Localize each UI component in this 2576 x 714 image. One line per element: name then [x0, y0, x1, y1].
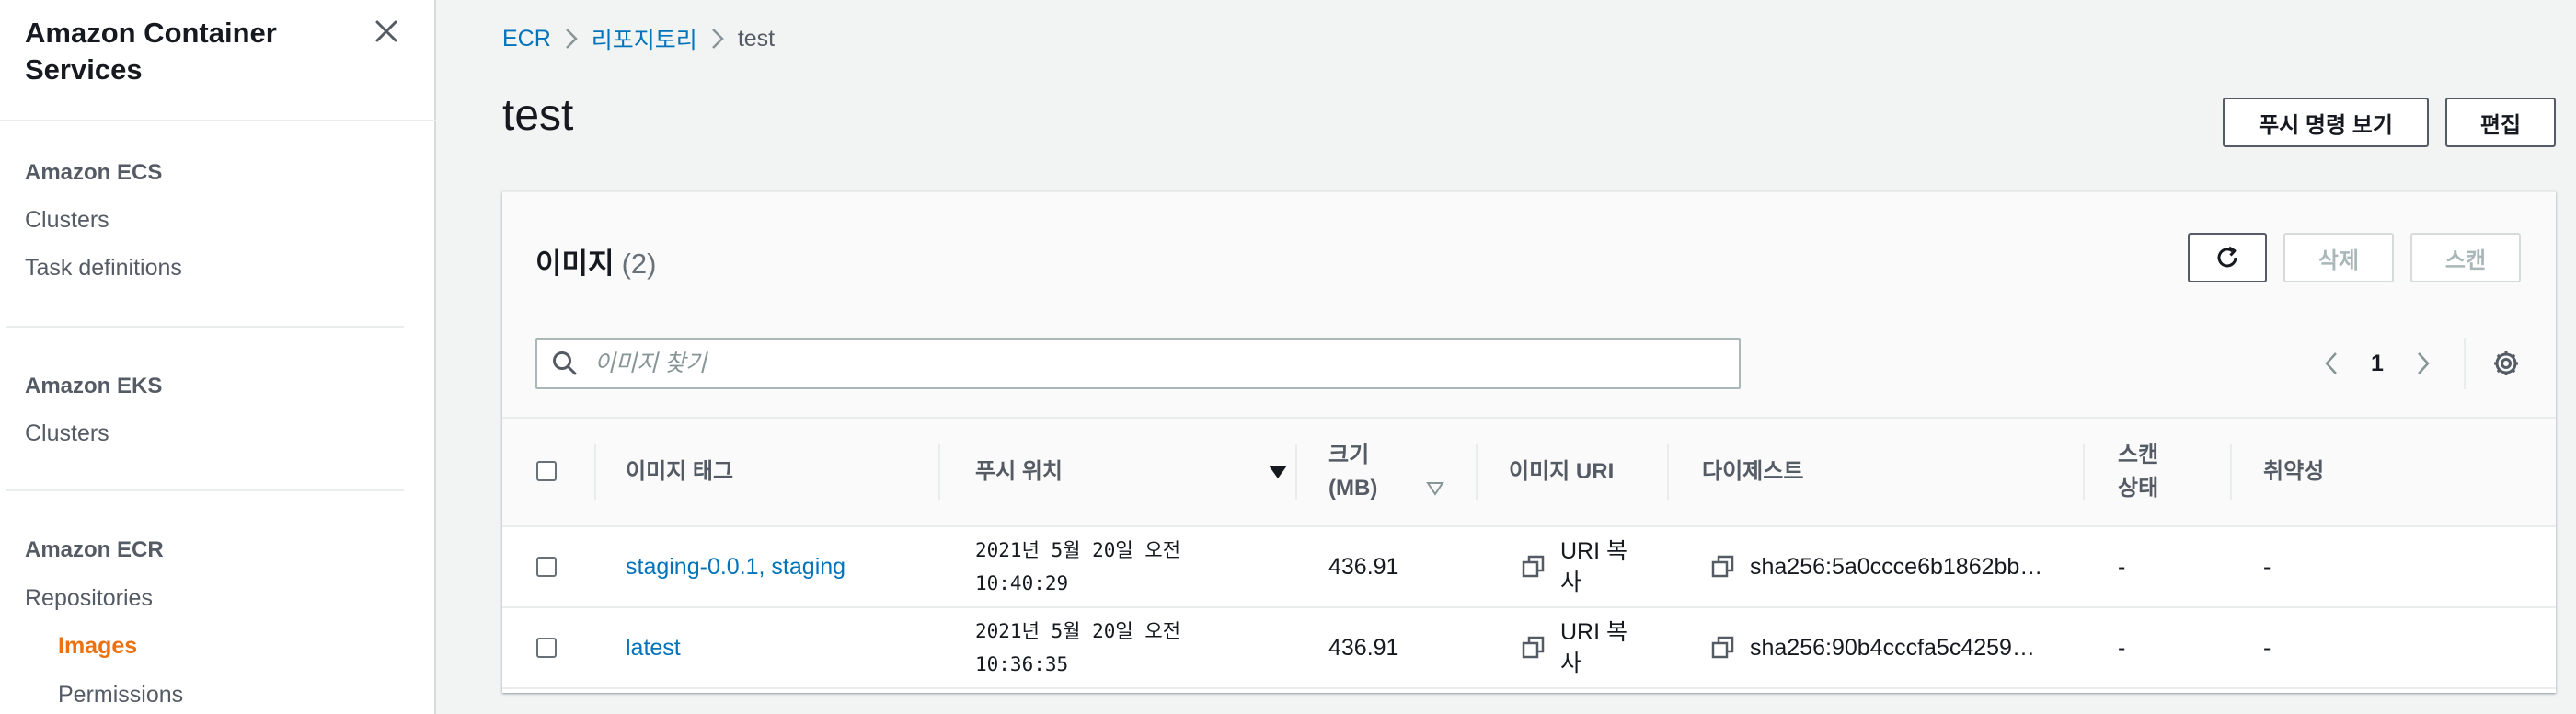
copy-uri[interactable]: URI 복사: [1520, 527, 1634, 606]
copy-icon: [1522, 555, 1545, 578]
refresh-button[interactable]: [2188, 233, 2267, 282]
pushed-time: 10:36:35: [975, 653, 1069, 675]
images-title: 이미지: [535, 248, 615, 280]
column-header-uri[interactable]: 이미지 URI: [1509, 419, 1614, 525]
sort-desc-icon: [1269, 466, 1287, 478]
image-size: 436.91: [1328, 553, 1399, 580]
sidebar-divider: [6, 326, 404, 328]
pushed-date: 2021년 5월 20일 오전: [975, 620, 1181, 642]
refresh-icon: [2217, 246, 2237, 268]
page-title: test: [502, 91, 574, 140]
column-header-scan-status[interactable]: 스캔상태: [2118, 419, 2158, 525]
chevron-left-icon[interactable]: [2313, 338, 2350, 389]
gear-icon[interactable]: [2488, 345, 2524, 382]
pushed-time: 10:40:29: [975, 572, 1069, 594]
search-icon: [537, 338, 592, 389]
column-divider: [1476, 444, 1478, 500]
chevron-right-icon: [697, 27, 738, 51]
size-label-2: (MB): [1328, 476, 1378, 501]
column-divider: [2083, 444, 2085, 500]
column-header-digest[interactable]: 다이제스트: [1702, 419, 1803, 525]
image-size: 436.91: [1328, 634, 1399, 661]
search-input[interactable]: [592, 349, 1719, 378]
breadcrumb-repositories[interactable]: 리포지토리: [592, 22, 697, 55]
page-number[interactable]: 1: [2350, 351, 2405, 377]
row-checkbox[interactable]: [536, 557, 557, 577]
digest-value: sha256:90b4cccfa5c4259…: [1750, 634, 2035, 661]
sidebar-item-ecs-clusters[interactable]: Clusters: [25, 207, 109, 234]
copy-icon: [1711, 555, 1734, 578]
sidebar-divider: [0, 120, 436, 121]
images-panel-title: 이미지 (2): [535, 240, 656, 282]
sidebar: Amazon Container Services Amazon ECS Clu…: [0, 0, 436, 714]
sidebar-heading-ecs: Amazon ECS: [25, 160, 163, 185]
copy-digest[interactable]: sha256:5a0ccce6b1862bb…: [1709, 527, 2042, 606]
digest-value: sha256:5a0ccce6b1862bb…: [1750, 553, 2043, 580]
pushed-at: 2021년 5월 20일 오전 10:40:29: [975, 527, 1180, 606]
table-row: staging-0.0.1, staging 2021년 5월 20일 오전 10…: [502, 527, 2556, 608]
chevron-right-icon[interactable]: [2405, 338, 2442, 389]
table-header: 이미지 태그 푸시 위치 크기 (MB) 이미지 URI 다이제스트 스캔상태 취…: [502, 417, 2556, 527]
scan-status: -: [2118, 634, 2126, 661]
copy-uri-label: URI 복사: [1560, 538, 1628, 595]
copy-uri-label: URI 복사: [1560, 619, 1628, 676]
scan-button[interactable]: 스캔: [2410, 233, 2521, 282]
column-header-pushed-at[interactable]: 푸시 위치: [975, 419, 1288, 525]
sidebar-item-eks-clusters[interactable]: Clusters: [25, 420, 109, 447]
pushed-date: 2021년 5월 20일 오전: [975, 539, 1181, 561]
sidebar-item-repositories[interactable]: Repositories: [25, 585, 153, 612]
pager-divider: [2464, 338, 2466, 389]
copy-icon: [1711, 636, 1734, 659]
scan-label-1: 스캔: [2118, 443, 2159, 467]
column-divider: [1667, 444, 1669, 500]
image-search: [535, 338, 1741, 389]
breadcrumb-ecr[interactable]: ECR: [502, 26, 551, 52]
edit-button[interactable]: 편집: [2445, 98, 2556, 147]
column-divider: [1295, 444, 1297, 500]
scan-status: -: [2118, 553, 2126, 580]
pushed-at: 2021년 5월 20일 오전 10:36:35: [975, 608, 1180, 687]
breadcrumb-current: test: [737, 25, 776, 52]
column-divider: [938, 444, 940, 500]
select-all-checkbox[interactable]: [536, 461, 557, 481]
copy-uri[interactable]: URI 복사: [1520, 608, 1634, 687]
pagination: 1: [2313, 338, 2442, 389]
copy-digest[interactable]: sha256:90b4cccfa5c4259…: [1709, 608, 2035, 687]
column-header-tag[interactable]: 이미지 태그: [626, 419, 733, 525]
close-icon[interactable]: [368, 13, 405, 50]
view-push-commands-button[interactable]: 푸시 명령 보기: [2223, 98, 2429, 147]
size-label-1: 크기: [1328, 443, 1370, 467]
sidebar-item-images[interactable]: Images: [58, 633, 137, 660]
table-row: latest 2021년 5월 20일 오전 10:36:35 436.91 UR…: [502, 608, 2556, 689]
column-header-vulnerabilities[interactable]: 취약성: [2263, 419, 2324, 525]
sidebar-item-task-definitions[interactable]: Task definitions: [25, 255, 182, 282]
sidebar-heading-ecr: Amazon ECR: [25, 537, 164, 562]
sort-icon: [1426, 482, 1444, 496]
breadcrumb: ECR 리포지토리 test: [502, 22, 775, 55]
copy-icon: [1522, 636, 1545, 659]
sidebar-divider: [6, 489, 404, 491]
column-header-size[interactable]: 크기 (MB): [1328, 419, 1476, 525]
row-checkbox[interactable]: [536, 638, 557, 658]
sidebar-item-permissions[interactable]: Permissions: [58, 682, 183, 708]
column-divider: [594, 444, 596, 500]
delete-button[interactable]: 삭제: [2283, 233, 2394, 282]
column-divider: [2230, 444, 2232, 500]
vulnerabilities: -: [2263, 553, 2271, 580]
pushed-at-label: 푸시 위치: [975, 459, 1063, 484]
images-count: (2): [621, 248, 657, 280]
sidebar-title: Amazon Container Services: [25, 17, 277, 86]
image-tag-link[interactable]: staging-0.0.1, staging: [626, 527, 845, 606]
vulnerabilities: -: [2263, 634, 2271, 661]
images-panel: 이미지(2) 삭제 스캔 1: [502, 191, 2556, 693]
sidebar-heading-eks: Amazon EKS: [25, 374, 163, 398]
scan-label-2: 상태: [2118, 476, 2159, 501]
image-tag-link[interactable]: latest: [626, 608, 681, 687]
chevron-right-icon: [551, 27, 592, 51]
